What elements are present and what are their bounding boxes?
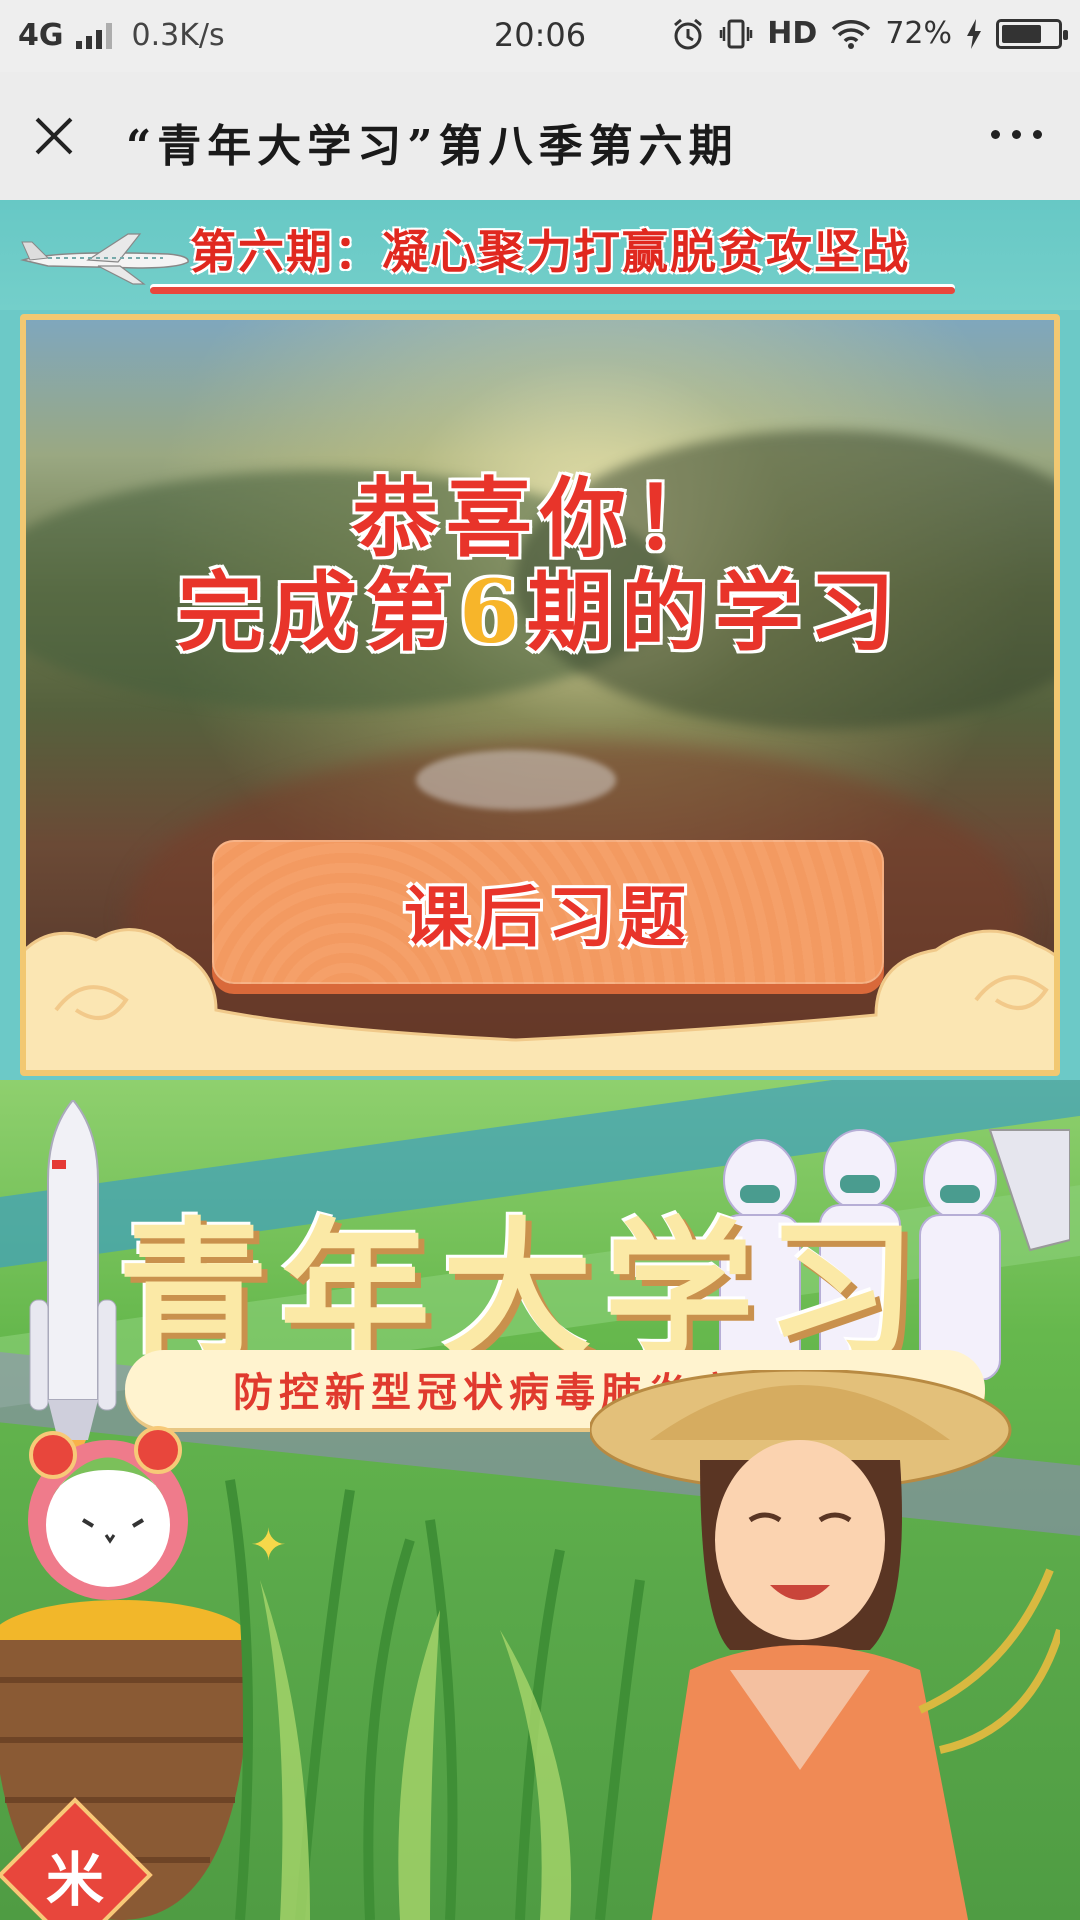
- battery-percent: 72%: [885, 16, 952, 51]
- charging-icon: [967, 18, 981, 49]
- battery-icon: [996, 18, 1068, 49]
- issue-banner: 第六期：凝心聚力打赢脱贫攻坚战: [0, 200, 1080, 310]
- close-icon[interactable]: [28, 110, 80, 162]
- completion-suffix: 期的学习: [526, 562, 903, 663]
- sparkle-icon: ✦: [250, 1520, 287, 1571]
- rice-sign-text: 米: [45, 1846, 104, 1914]
- web-content: 第六期：凝心聚力打赢脱贫攻坚战 恭喜你！ 完成第6期的学习 课后习题 青年大学习…: [0, 200, 1080, 1920]
- farmer-illustration: [590, 1370, 1060, 1920]
- banner-title: 第六期：凝心聚力打赢脱贫攻坚战: [190, 225, 910, 279]
- hd-indicator: HD: [767, 16, 818, 51]
- completion-message: 完成第6期的学习: [26, 542, 1054, 667]
- status-right: HD 72%: [671, 16, 1068, 51]
- page-title: “青年大学习”第八季第六期: [126, 121, 739, 172]
- completion-panel: 恭喜你！ 完成第6期的学习 课后习题: [20, 314, 1060, 1076]
- status-bar: 4G 0.3K/s 20:06 HD 72%: [0, 0, 1080, 72]
- airplane-icon: [20, 233, 189, 285]
- nav-header: “青年大学习”第八季第六期: [0, 72, 1080, 200]
- wifi-icon: [832, 19, 871, 49]
- youth-study-poster: 青年大学习 防控新型冠状病毒肺炎疫情特辑 米 ✦: [0, 1080, 1080, 1920]
- issue-number: 6: [459, 562, 527, 663]
- background-village: [416, 750, 616, 810]
- banner-underline: [150, 287, 955, 294]
- rocket-icon: [29, 1100, 117, 1455]
- completion-prefix: 完成第: [177, 562, 460, 663]
- vibrate-icon: [720, 19, 753, 48]
- mascot-illustration: [28, 1426, 188, 1600]
- more-icon[interactable]: [991, 130, 1042, 139]
- battery-fill: [1002, 24, 1041, 43]
- alarm-icon: [674, 18, 703, 49]
- cloud-decoration: [26, 928, 1054, 1070]
